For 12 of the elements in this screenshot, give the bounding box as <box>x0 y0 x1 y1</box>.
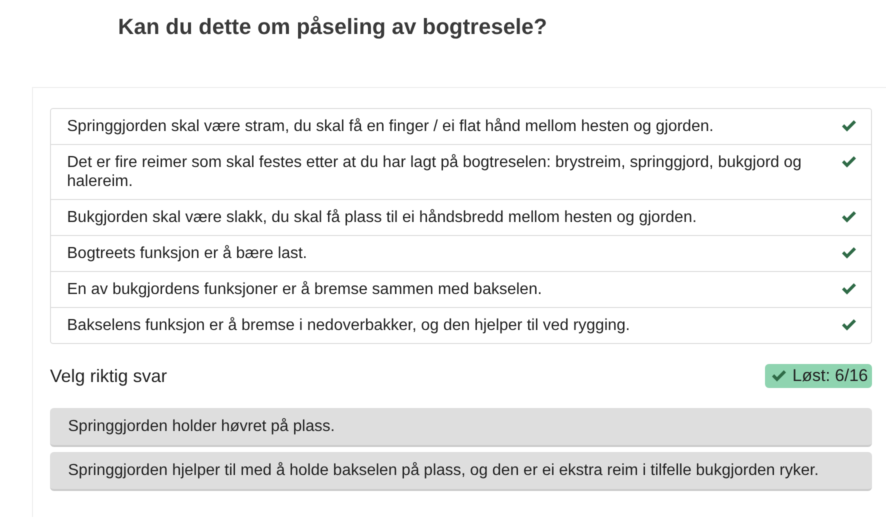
answer-option[interactable]: Springgjorden hjelper til med å holde bakselen på plass, og den er ei ekstra reim i tilfelle bukgjorden ryker. <box>50 452 872 491</box>
answer-text: Springgjorden skal være stram, du skal få en finger / ei flat hånd mellom hesten og gjorden. <box>67 117 715 136</box>
page-title: Kan du dette om påseling av bogtresele? <box>117 13 548 41</box>
answer-text: Det er fire reimer som skal festes etter at du har lagt på bogtreselen: brystreim, springgjord, bukgjord og halereim. <box>67 153 803 191</box>
progress-text: Løst: 6/16 <box>792 366 868 386</box>
answer-text: Bogtreets funksjon er å bære last. <box>67 244 308 263</box>
answer-option[interactable]: Springgjorden holder høvret på plass. <box>50 408 872 447</box>
check-icon <box>771 369 788 383</box>
prompt-text: Velg riktig svar <box>50 366 168 386</box>
answer-text: En av bukgjordens funksjoner er å bremse sammen med bakselen. <box>67 280 543 299</box>
answer-text: Bakselens funksjon er å bremse i nedoverbakker, og den hjelper til ved rygging. <box>67 316 631 335</box>
answer-text: Bukgjorden skal være slakk, du skal få plass til ei håndsbredd mellom hesten og gjorden. <box>67 208 698 227</box>
